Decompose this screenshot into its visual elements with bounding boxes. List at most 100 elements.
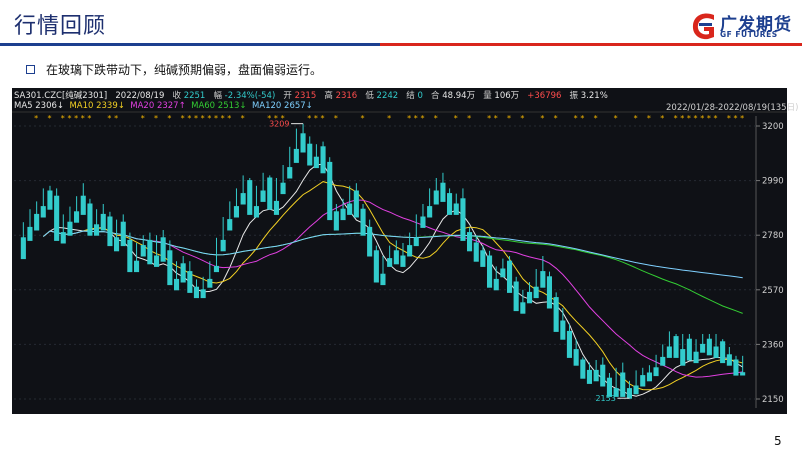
candle-down [520, 302, 526, 314]
signal-star-marker: * [727, 114, 731, 123]
signal-star-marker: * [414, 114, 418, 123]
candle-down [54, 195, 60, 241]
signal-star-marker: * [594, 114, 598, 123]
candle-down [40, 206, 46, 218]
signal-star-marker: * [334, 114, 338, 123]
signal-star-marker: * [680, 114, 684, 123]
signal-star-marker: * [87, 114, 91, 123]
candle-down [553, 297, 559, 332]
signal-star-marker: * [660, 114, 664, 123]
signal-star-marker: * [221, 114, 225, 123]
quote-date: 2022/08/19 [115, 91, 165, 101]
ma60-value: 2513↓ [217, 101, 247, 111]
candle-down [560, 320, 566, 340]
candle-down [367, 226, 373, 257]
signal-star-marker: * [207, 114, 211, 123]
candle-down [27, 226, 33, 241]
quote-close: 2251 [183, 91, 206, 101]
candle-down [686, 338, 692, 361]
candle-down [67, 221, 73, 236]
candle-down [87, 203, 93, 236]
candle-down [247, 180, 253, 215]
signal-star-marker: * [194, 114, 198, 123]
candle-down [253, 206, 259, 218]
candle-down [407, 245, 413, 257]
page-number: 5 [774, 434, 782, 448]
candle-down [493, 278, 499, 291]
signal-star-marker: * [107, 114, 111, 123]
candle-down [134, 260, 140, 273]
candle-down [34, 213, 40, 231]
signal-star-marker: * [614, 114, 618, 123]
candle-down [47, 190, 53, 210]
quote-info-line: SA301.CZC[纯碱2301] 2022/08/19 收 2251 幅 -2… [14, 89, 608, 101]
candle-down [500, 268, 506, 278]
candle-down [373, 250, 379, 283]
candle-down [633, 385, 639, 395]
signal-star-marker: * [201, 114, 205, 123]
bullet-text: 在玻璃下跌带动下，纯碱预期偏弱，盘面偏弱运行。 [46, 63, 323, 77]
quote-volume-label: 量 [483, 91, 492, 101]
candle-down [200, 289, 206, 299]
candle-down [600, 364, 606, 387]
ma-legend: MA5 2306↓ MA10 2339↓ MA20 2327↑ MA60 251… [14, 101, 313, 111]
candle-down [740, 372, 746, 376]
candle-down [586, 369, 593, 384]
candle-down [620, 372, 626, 397]
signal-star-marker: * [707, 114, 711, 123]
page-title: 行情回顾 [14, 14, 107, 39]
ma20-value: 2327↑ [156, 101, 186, 111]
candle-down [480, 250, 486, 267]
y-tick-label: 2780 [762, 231, 784, 241]
signal-star-marker: * [740, 114, 744, 123]
signal-star-marker: * [487, 114, 491, 123]
signal-star-marker: * [494, 114, 498, 123]
logo-name-en: GF FUTURES [720, 30, 778, 39]
candle-down [726, 354, 732, 366]
candle-down [193, 286, 199, 299]
candle-down [473, 242, 479, 262]
quote-high-label: 高 [324, 91, 333, 101]
candle-down [646, 372, 653, 382]
candle-down [353, 190, 359, 218]
quote-oi-change: +36796 [527, 91, 562, 101]
candle-down [666, 346, 672, 358]
candle-down [260, 190, 266, 202]
candle-down [706, 338, 712, 356]
quote-volume: 106万 [494, 91, 520, 101]
signal-star-marker: * [114, 114, 118, 123]
signal-star-marker: * [47, 114, 51, 123]
signal-star-marker: * [634, 114, 638, 123]
candle-down [80, 195, 86, 215]
candle-down [513, 281, 519, 312]
candle-down [733, 359, 739, 376]
candle-down [60, 232, 66, 244]
candle-down [380, 273, 386, 286]
quote-amount: 48.94万 [442, 91, 476, 101]
min-price-label: 2153 [595, 394, 615, 403]
candle-down [347, 203, 353, 215]
signal-star-marker: * [187, 114, 191, 123]
candle-down [313, 156, 319, 169]
signal-star-marker: * [307, 114, 311, 123]
quote-flat-label: 结 [406, 91, 415, 101]
signal-star-marker: * [407, 114, 411, 123]
candle-down [74, 211, 80, 223]
candle-down [720, 341, 726, 364]
signal-star-marker: * [734, 114, 738, 123]
signal-star-marker: * [227, 114, 231, 123]
ma120-label: MA120 [251, 101, 282, 111]
candle-down [240, 193, 246, 205]
y-tick-label: 3200 [762, 122, 784, 132]
candle-down [114, 237, 120, 252]
signal-star-marker: * [420, 114, 424, 123]
candle-down [680, 349, 686, 366]
signal-star-marker: * [81, 114, 85, 123]
candle-down [653, 367, 659, 377]
signal-star-marker: * [214, 114, 218, 123]
candle-down [420, 216, 426, 228]
signal-star-marker: * [574, 114, 578, 123]
candle-down [427, 206, 433, 218]
quote-close-label: 收 [172, 91, 181, 101]
ma20-label: MA20 [130, 101, 155, 111]
